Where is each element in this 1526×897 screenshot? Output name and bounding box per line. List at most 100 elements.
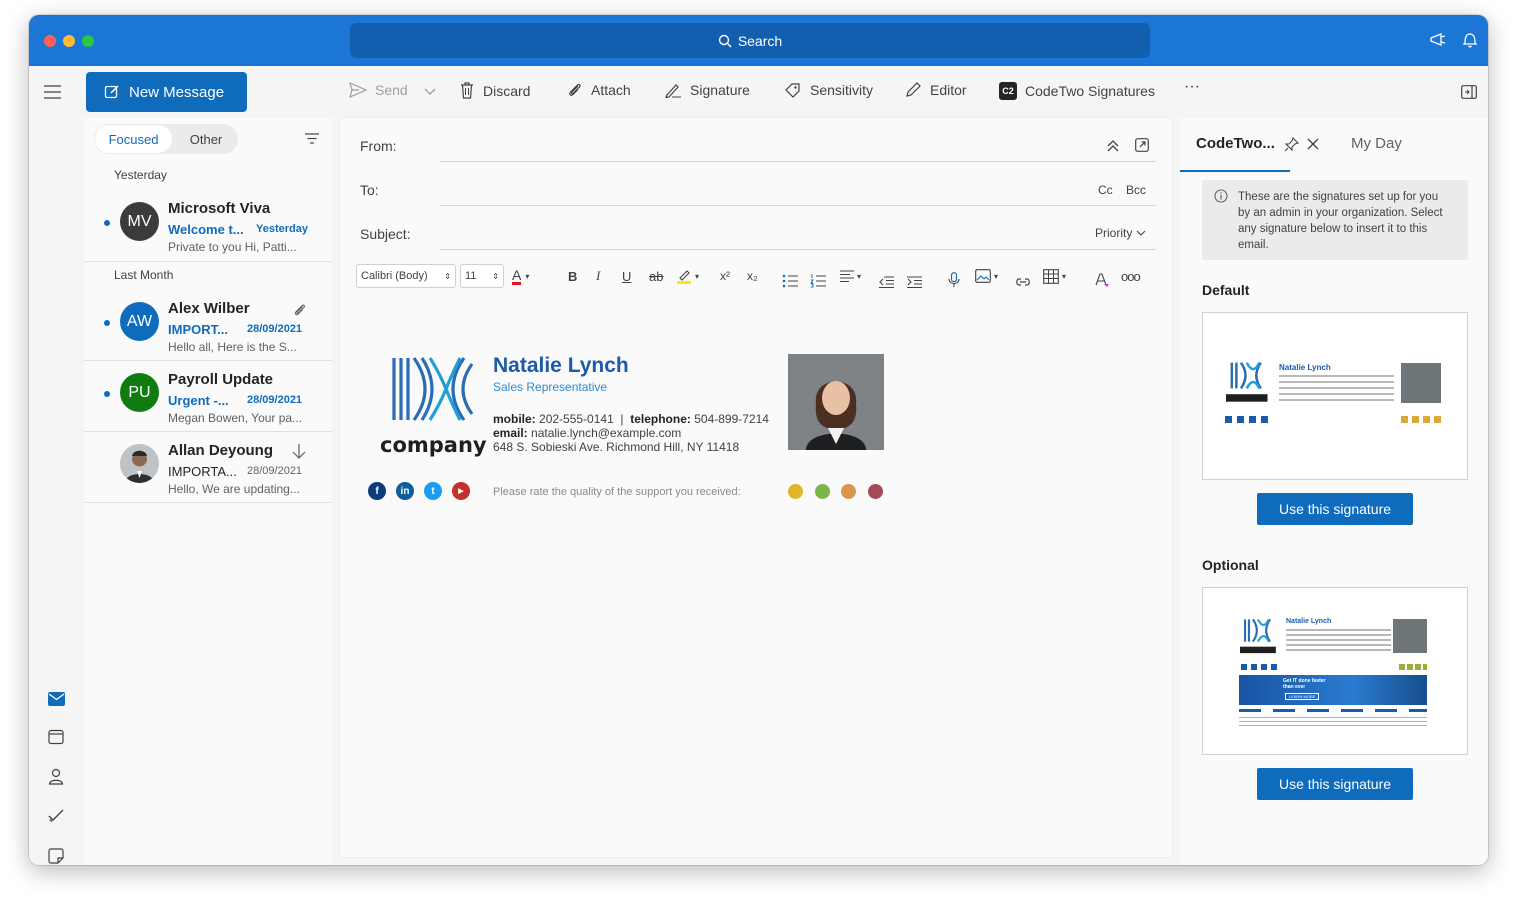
tab-codetwo[interactable]: CodeTwo...	[1196, 135, 1275, 152]
insert-table-button[interactable]: ▾	[1043, 264, 1066, 288]
more-formatting-button[interactable]: ooo	[1121, 264, 1141, 288]
font-color-icon: A	[512, 266, 522, 285]
rating-good-icon[interactable]	[815, 484, 830, 499]
collapse-headers-icon[interactable]	[1107, 140, 1119, 152]
hamburger-menu-icon[interactable]	[44, 85, 62, 99]
cc-button[interactable]: Cc	[1098, 183, 1113, 197]
message-date: 28/09/2021	[247, 465, 303, 477]
insert-picture-button[interactable]: ▾	[975, 264, 998, 288]
signature-name: Natalie Lynch	[493, 354, 629, 377]
people-icon[interactable]	[48, 768, 64, 785]
notifications-bell-icon[interactable]	[1461, 31, 1479, 49]
use-default-signature-button[interactable]: Use this signature	[1257, 493, 1413, 525]
tab-other[interactable]: Other	[178, 125, 234, 153]
message-item[interactable]: AW Alex Wilber IMPORT... 28/09/2021 Hell…	[84, 291, 332, 361]
mini-photo	[1401, 363, 1441, 403]
message-subject: IMPORTA...	[168, 464, 237, 479]
rating-great-icon[interactable]	[788, 484, 803, 499]
message-item[interactable]: PU Payroll Update Urgent -... 28/09/2021…	[84, 362, 332, 432]
codetwo-label: CodeTwo Signatures	[1025, 83, 1155, 99]
attach-button[interactable]: Attach	[567, 82, 631, 98]
mini-name: Natalie Lynch	[1279, 363, 1331, 372]
subscript-icon: x₂	[747, 269, 758, 283]
font-family-select[interactable]: Calibri (Body) ⇕	[356, 264, 456, 288]
rating-neutral-icon[interactable]	[841, 484, 856, 499]
use-optional-signature-button[interactable]: Use this signature	[1257, 768, 1413, 800]
send-button[interactable]: Send	[349, 82, 408, 98]
notes-icon[interactable]	[48, 848, 64, 864]
superscript-button[interactable]: x²	[720, 264, 730, 288]
italic-button[interactable]: I	[596, 264, 600, 288]
align-button[interactable]: ▾	[840, 264, 861, 288]
codetwo-side-pane: CodeTwo... My Day These are the signatur…	[1180, 118, 1488, 865]
tab-my-day[interactable]: My Day	[1351, 135, 1402, 152]
inbox-pivot: Focused Other	[94, 124, 238, 154]
message-sender: Payroll Update	[168, 371, 274, 388]
bullet-list-icon[interactable]	[782, 269, 798, 293]
youtube-icon[interactable]: ▶	[452, 482, 470, 500]
decrease-indent-icon[interactable]	[879, 270, 894, 294]
signature-photo	[788, 354, 884, 450]
active-tab-indicator	[1180, 170, 1290, 172]
expand-pane-icon[interactable]	[1461, 85, 1477, 99]
twitter-icon[interactable]: t	[424, 482, 442, 500]
font-size-select[interactable]: 11 ⇕	[460, 264, 504, 288]
sensitivity-button[interactable]: Sensitivity	[784, 82, 873, 98]
default-signature-preview[interactable]: Natalie Lynch	[1202, 312, 1468, 480]
editor-button[interactable]: Editor	[905, 82, 967, 98]
send-options-chevron-icon[interactable]	[424, 88, 436, 96]
editor-label: Editor	[930, 82, 967, 98]
feedback-megaphone-icon[interactable]	[1429, 31, 1447, 49]
todo-check-icon[interactable]	[48, 809, 64, 823]
clear-formatting-icon[interactable]	[1094, 268, 1110, 292]
zoom-window-button[interactable]	[82, 35, 94, 47]
priority-dropdown[interactable]: Priority	[1095, 226, 1146, 240]
underline-button[interactable]: U	[622, 264, 631, 288]
font-color-button[interactable]: A ▾	[512, 264, 529, 288]
group-header-yesterday: Yesterday	[114, 168, 167, 182]
chevron-down-icon: ▾	[994, 271, 999, 281]
facebook-icon[interactable]: f	[368, 482, 386, 500]
subscript-button[interactable]: x₂	[747, 264, 758, 288]
tab-focused[interactable]: Focused	[95, 125, 172, 153]
increase-indent-icon[interactable]	[907, 270, 922, 294]
numbered-list-icon[interactable]	[810, 269, 826, 293]
message-item[interactable]: Allan Deyoung IMPORTA... 28/09/2021 Hell…	[84, 433, 332, 503]
pin-icon[interactable]	[1284, 137, 1299, 152]
signature-button[interactable]: Signature	[664, 82, 750, 98]
codetwo-signatures-button[interactable]: C2 CodeTwo Signatures	[999, 82, 1155, 100]
dictate-microphone-icon[interactable]	[948, 268, 960, 292]
bcc-button[interactable]: Bcc	[1126, 183, 1146, 197]
to-input[interactable]	[440, 205, 1156, 206]
mini-disclaimer	[1239, 717, 1427, 726]
rating-bad-icon[interactable]	[868, 484, 883, 499]
message-preview: Hello all, Here is the S...	[168, 340, 297, 354]
minimize-window-button[interactable]	[63, 35, 75, 47]
mini-banner: Get IT done faster than ever LEARN MORE	[1239, 675, 1427, 705]
search-box[interactable]: Search	[350, 23, 1150, 58]
highlight-button[interactable]: ▾	[676, 264, 699, 288]
mail-icon[interactable]	[48, 692, 65, 706]
group-header-last-month: Last Month	[114, 268, 174, 282]
filter-icon[interactable]	[305, 133, 319, 144]
font-family-value: Calibri (Body)	[361, 270, 428, 282]
pop-out-icon[interactable]	[1135, 138, 1149, 152]
codetwo-logo-icon: C2	[999, 82, 1017, 100]
close-window-button[interactable]	[44, 35, 56, 47]
more-options-button[interactable]: ···	[1184, 78, 1200, 96]
message-sender: Microsoft Viva	[168, 200, 271, 217]
insert-link-icon[interactable]	[1015, 270, 1031, 294]
telephone-label: telephone:	[630, 412, 691, 426]
calendar-icon[interactable]	[48, 729, 64, 745]
discard-button[interactable]: Discard	[459, 82, 530, 99]
bold-button[interactable]: B	[568, 264, 577, 288]
subject-input[interactable]	[440, 249, 1156, 250]
strikethrough-button[interactable]: ab	[649, 264, 663, 288]
mini-footer-links	[1239, 709, 1427, 712]
attach-label: Attach	[591, 82, 631, 98]
new-message-button[interactable]: New Message	[86, 72, 247, 112]
optional-signature-preview[interactable]: Natalie Lynch Get IT done faster than ev…	[1202, 587, 1468, 755]
close-pane-icon[interactable]	[1307, 138, 1319, 150]
message-item[interactable]: MV Microsoft Viva Welcome t... Yesterday…	[84, 191, 332, 262]
linkedin-icon[interactable]: in	[396, 482, 414, 500]
